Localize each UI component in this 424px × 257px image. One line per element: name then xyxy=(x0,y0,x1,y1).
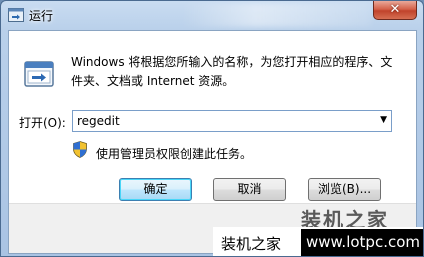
dropdown-arrow-icon[interactable]: ▼ xyxy=(380,115,387,125)
run-dialog-window: 运行 ✕ Windows 将根据您所输入的名称，为您打开相应的程序、文件夹、文档… xyxy=(0,0,424,257)
dialog-description: Windows 将根据您所输入的名称，为您打开相应的程序、文件夹、文档或 Int… xyxy=(71,55,393,88)
window-title: 运行 xyxy=(29,9,54,23)
open-input[interactable]: regedit xyxy=(77,114,120,128)
watermark-banner: 装机之家 www.lotpc.com xyxy=(213,227,423,256)
watermark-site-url: www.lotpc.com xyxy=(301,229,423,256)
browse-button[interactable]: 浏览(B)... xyxy=(308,178,381,201)
title-bar[interactable]: 运行 ✕ xyxy=(1,1,423,29)
uac-shield-icon xyxy=(73,141,87,158)
run-program-icon xyxy=(24,61,54,87)
close-button[interactable]: ✕ xyxy=(373,1,417,20)
open-label: 打开(O): xyxy=(19,116,66,130)
run-app-icon xyxy=(8,8,24,22)
close-icon: ✕ xyxy=(389,2,401,17)
cancel-button[interactable]: 取消 xyxy=(213,178,286,201)
admin-privilege-note: 使用管理员权限创建此任务。 xyxy=(96,147,253,161)
title-glass-reflection xyxy=(181,3,371,27)
watermark-site-name: 装机之家 xyxy=(221,235,282,253)
ok-button[interactable]: 确定 xyxy=(119,178,192,201)
open-combobox[interactable]: regedit ▼ xyxy=(72,110,392,132)
